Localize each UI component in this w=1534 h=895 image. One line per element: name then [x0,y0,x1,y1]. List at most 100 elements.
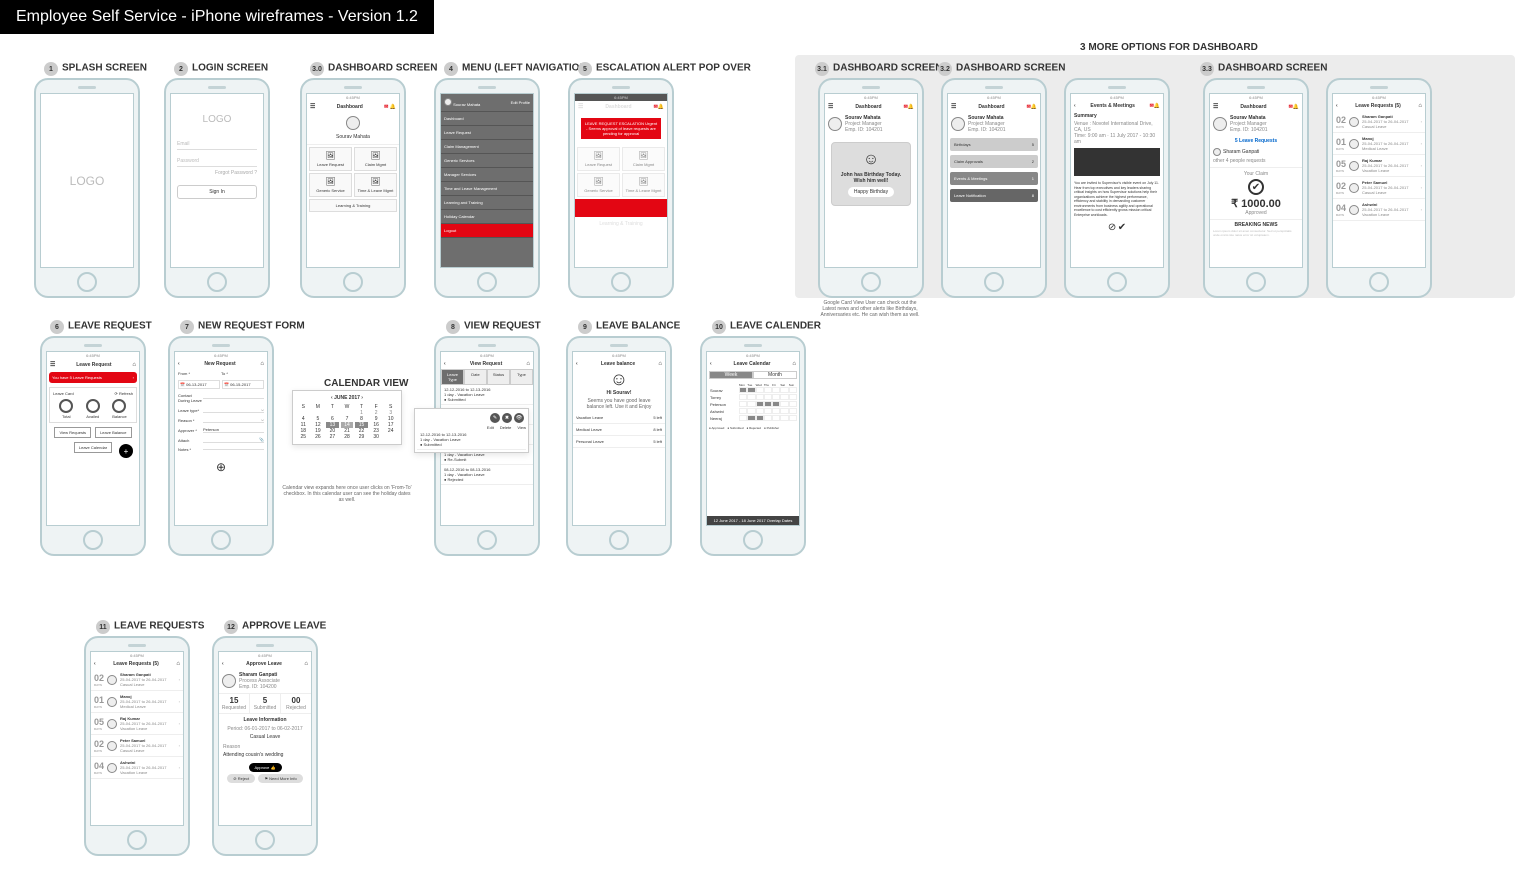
logo-text: LOGO [177,114,257,125]
back-icon[interactable]: ‹ [576,361,578,367]
btn-view-requests[interactable]: View Requests [54,427,91,438]
label-2: 2LOGIN SCREEN [174,62,268,76]
back-icon[interactable]: ‹ [94,661,96,667]
label-9: 9LEAVE BALANCE [578,320,680,334]
btn-leave-balance[interactable]: Leave Balance [95,427,131,438]
request-row[interactable]: 02DAYSSharam Ganpati25-04-2017 to 26-04-… [91,669,183,691]
back-icon[interactable]: ‹ [222,661,224,667]
attach-input[interactable]: 📎 [203,437,264,443]
tab-month[interactable]: Month [753,371,797,379]
request-item[interactable]: 08-12-2016 to 08-13-20161 day - Vacation… [441,465,533,485]
menu-item[interactable]: Holiday Calendar [441,210,533,224]
card-leavenotif[interactable]: Leave Notification 8 [950,189,1038,202]
menu-item[interactable]: Manager Services [441,168,533,182]
delete-icon[interactable]: ✖ [502,413,512,423]
tab[interactable]: Leave Type [441,369,464,385]
alert-icons[interactable]: ✉ 🔔 [384,104,396,110]
tab[interactable]: Type [510,369,533,385]
reason-select[interactable]: ⌵ [203,417,264,423]
overlap-footer: 12 June 2017 - 18 June 2017 Overlap Date… [707,516,799,525]
map-image [1074,148,1160,176]
tab-week[interactable]: Week [709,371,753,379]
add-fab[interactable]: + [119,444,133,458]
tile-time[interactable]: 🖼Time & Leave Mgmt [354,173,397,197]
request-item[interactable]: 12-12-2016 to 12-13-20161 day - Vacation… [441,385,533,405]
banner[interactable]: You have 5 Leave Requests› [49,372,137,383]
home-icon[interactable]: ⌂ [1418,103,1422,109]
request-row[interactable]: 04DAYSAshwini25-04-2017 to 26-04-2017Vac… [91,757,183,779]
menu-item[interactable]: Claim Management [441,140,533,154]
edit-profile[interactable]: Edit Profile [511,100,530,105]
menu-item[interactable]: Time and Leave Management [441,182,533,196]
card-claims[interactable]: Claim Approvals 2 [950,155,1038,168]
email-input[interactable]: Email [177,139,257,150]
phone-dash32b: 6:45PM ‹Events & Meetings✉🔔 Summary Venu… [1064,78,1170,298]
refresh-icon[interactable]: ⟳ Refresh [115,391,133,396]
menu-item[interactable]: Learning and Training [441,196,533,210]
approve-button[interactable]: Approve 👍 [249,763,282,772]
phone-leave-request: 6:45PM ☰Leave Request⌂ You have 5 Leave … [40,336,146,556]
phone-dash32: 6:45PM ☰Dashboard✉🔔 Sourav MahataProject… [941,78,1047,298]
reject-button[interactable]: ⊘ Reject [227,774,255,783]
approver-input[interactable]: Peterson [203,427,264,433]
tab[interactable]: Date [464,369,487,385]
tab[interactable]: Status [487,369,510,385]
request-row[interactable]: 01DAYSManoj25-04-2017 to 26-04-2017Medic… [1333,133,1425,155]
card-birthdays[interactable]: Birthdays 5 [950,138,1038,151]
signin-button[interactable]: Sign In [177,185,257,199]
label-31: 3.1DASHBOARD SCREEN [815,62,942,76]
calendar-popover[interactable]: ‹ JUNE 2017 › SMTWTFS 123 45678910 11121… [292,390,402,445]
card-events[interactable]: Events & Meetings 1 [950,172,1038,185]
submit-fab[interactable]: ⊕ [216,460,226,474]
back-icon[interactable]: ‹ [444,361,446,367]
forgot-link[interactable]: Forgot Password ? [177,170,257,176]
label-4: 4MENU (LEFT NAVIGATION) [444,62,590,76]
logo-text: LOGO [70,174,105,188]
label-32: 3.2DASHBOARD SCREEN [938,62,1065,76]
back-icon[interactable]: ‹ [710,361,712,367]
request-row[interactable]: 02DAYSPeter Samuel25-04-2017 to 26-04-20… [91,735,183,757]
request-row[interactable]: 02DAYSPeter Samuel25-04-2017 to 26-04-20… [1333,177,1425,199]
label-7: 7NEW REQUEST FORM [180,320,305,334]
from-date[interactable]: 📅 06-13-2017 [178,380,220,389]
label-10: 10LEAVE CALENDER [712,320,821,334]
phone-dash33b: 6:45PM ‹Leave Requests (5)⌂ 02DAYSSharam… [1326,78,1432,298]
back-icon[interactable]: ‹ [178,361,180,367]
request-row[interactable]: 05DAYSRaj Kumar25-04-2017 to 26-04-2017V… [91,713,183,735]
tile-leave[interactable]: 🖼Leave Request [309,147,352,171]
alert-popover[interactable]: LEAVE REQUEST ESCALATION Urgent - Seems … [581,118,661,139]
request-row[interactable]: 04DAYSAshwini25-04-2017 to 26-04-2017Vac… [1333,199,1425,221]
label-30: 3.0DASHBOARD SCREEN [310,62,437,76]
btn-leave-calendar[interactable]: Leave Calendar [74,442,112,453]
reject-icon[interactable]: ⊘ [1108,222,1116,233]
menu-item[interactable]: Logout [441,224,533,238]
menu-item[interactable]: Leave Request [441,126,533,140]
view-icon[interactable]: 👁 [514,413,524,423]
phone-dash31: 6:45PM ☰Dashboard✉🔔 Sourav MahataProject… [818,78,924,298]
menu-item[interactable]: Generic Services [441,154,533,168]
tile-generic[interactable]: 🖼Generic Service [309,173,352,197]
label-1: 1SPLASH SCREEN [44,62,147,76]
canvas: Employee Self Service - iPhone wireframe… [0,0,1534,895]
tile-claim[interactable]: 🖼Claim Mgmt [354,147,397,171]
back-icon[interactable]: ‹ [1336,103,1338,109]
to-date[interactable]: 📅 06-15-2017 [222,380,264,389]
password-input[interactable]: Password [177,156,257,167]
leavetype-select[interactable]: ⌵ [203,407,264,413]
menu-item[interactable]: Dashboard [441,112,533,126]
tile-learning[interactable]: Learning & Training [309,199,397,212]
menu-icon[interactable]: ☰ [310,103,315,110]
label-5: 5ESCALATION ALERT POP OVER [578,62,751,76]
back-icon[interactable]: ‹ [1074,103,1076,109]
more-info-button[interactable]: ⚑ Need More Info [258,774,302,783]
wish-button[interactable]: Happy Birthday [848,187,894,197]
leave-requests-link[interactable]: 5 Leave Requests [1210,136,1302,146]
request-row[interactable]: 01DAYSManoj25-04-2017 to 26-04-2017Medic… [91,691,183,713]
actions-popover: ✎ ✖ 👁 EditDeleteView 12-12-2016 to 12-13… [414,408,529,453]
request-row[interactable]: 02DAYSSharam Ganpati25-04-2017 to 26-04-… [1333,111,1425,133]
phone-approve-leave: 6:45PM ‹Approve Leave⌂ Sharam GanpatiPro… [212,636,318,856]
accept-icon[interactable]: ✔ [1118,222,1126,233]
request-row[interactable]: 05DAYSRaj Kumar25-04-2017 to 26-04-2017V… [1333,155,1425,177]
card-message: John has Birthday Today. Wish him well! [840,172,902,184]
edit-icon[interactable]: ✎ [490,413,500,423]
